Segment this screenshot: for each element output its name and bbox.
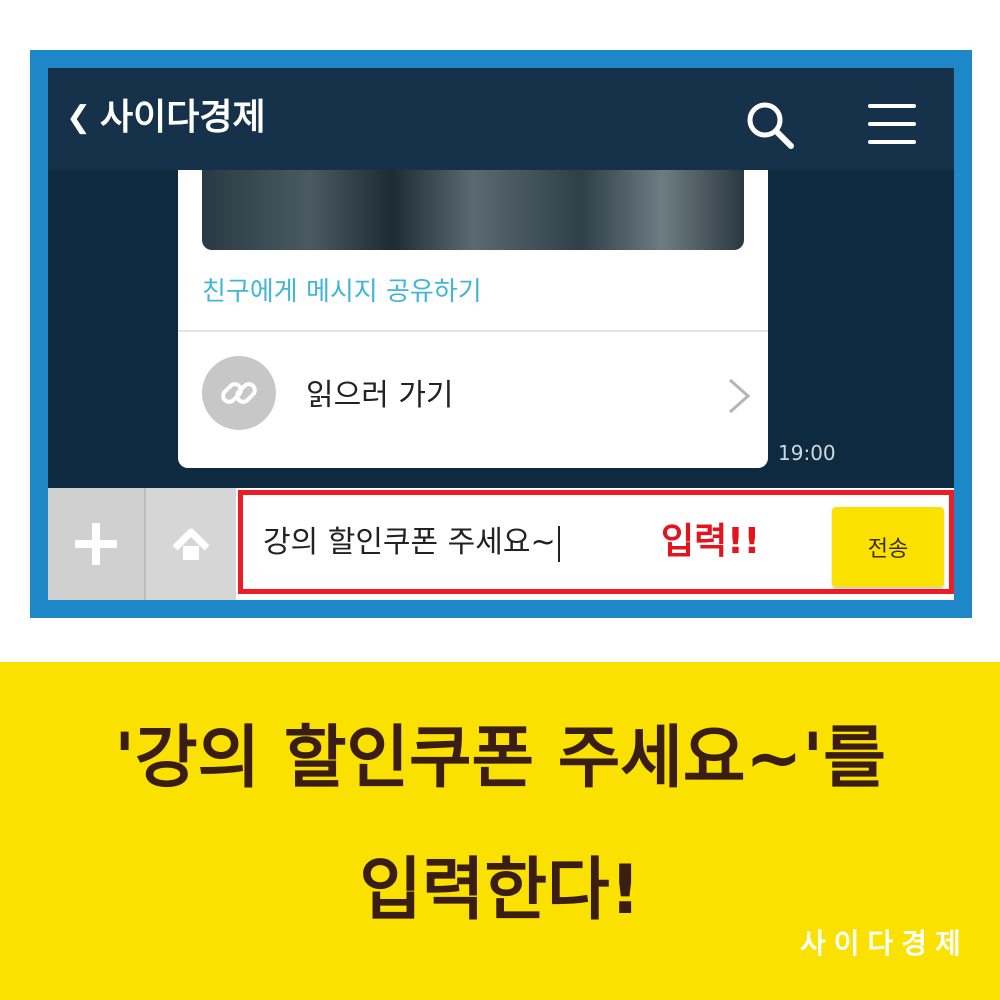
search-icon[interactable] xyxy=(743,98,797,152)
chat-title: 사이다경제 xyxy=(100,97,266,138)
message-timestamp: 19:00 xyxy=(778,441,836,465)
back-icon[interactable]: ❮ xyxy=(66,98,91,138)
input-text-wrap: 강의 할인쿠폰 주세요~ xyxy=(263,521,560,565)
screenshot-frame: ❮ 사이다경제 친구에게 메시지 공유하기 읽으러 가기 19:00 강의 할인… xyxy=(30,50,972,618)
hamburger-menu-icon[interactable] xyxy=(868,104,916,144)
chat-screen: ❮ 사이다경제 친구에게 메시지 공유하기 읽으러 가기 19:00 강의 할인… xyxy=(48,68,954,600)
input-annotation: 입력!! xyxy=(661,521,761,562)
text-caret xyxy=(557,525,560,562)
card-divider xyxy=(178,330,768,332)
caption-line-1: '강의 할인쿠폰 주세요~'를 xyxy=(114,719,886,798)
message-input-bar: 강의 할인쿠폰 주세요~ 입력!! 전송 xyxy=(48,488,954,600)
link-icon xyxy=(202,356,276,430)
send-button[interactable]: 전송 xyxy=(832,507,944,587)
read-more-label[interactable]: 읽으러 가기 xyxy=(306,376,454,416)
attach-plus-button[interactable] xyxy=(48,488,146,600)
plus-icon xyxy=(75,523,117,565)
link-message-card[interactable]: 친구에게 메시지 공유하기 읽으러 가기 xyxy=(178,170,768,468)
home-button[interactable] xyxy=(146,488,236,600)
caption-banner: '강의 할인쿠폰 주세요~'를 입력한다! 사이다경제 xyxy=(0,662,1000,1000)
brand-logo: 사이다경제 xyxy=(800,927,969,960)
message-input-field[interactable]: 강의 할인쿠폰 주세요~ 입력!! 전송 xyxy=(238,490,954,594)
caption-line-2: 입력한다! xyxy=(359,851,641,930)
chat-header: ❮ 사이다경제 xyxy=(48,68,954,170)
message-input-value: 강의 할인쿠폰 주세요~ xyxy=(263,525,556,560)
home-icon xyxy=(172,528,210,560)
message-thumbnail-image xyxy=(202,170,744,250)
share-link[interactable]: 친구에게 메시지 공유하기 xyxy=(202,270,482,314)
chevron-right-icon[interactable] xyxy=(718,376,758,416)
